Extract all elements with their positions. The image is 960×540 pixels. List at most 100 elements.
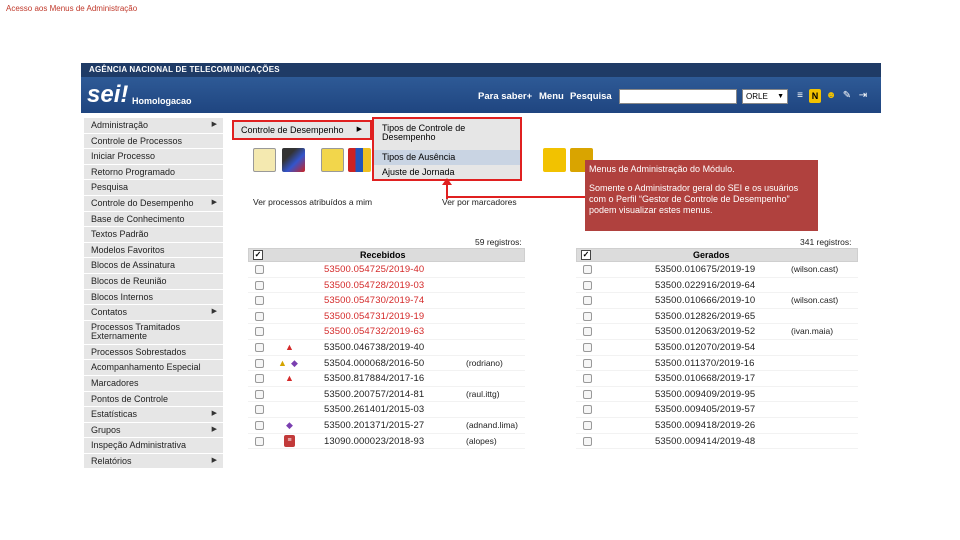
assigned-user[interactable]: (alopes) xyxy=(466,436,497,446)
row-checkbox[interactable] xyxy=(583,358,592,368)
process-link[interactable]: 53500.012826/2019-65 xyxy=(655,311,755,322)
select-all-checkbox[interactable]: ✓ xyxy=(253,250,263,260)
process-link[interactable]: 53500.054725/2019-40 xyxy=(324,264,424,275)
row-checkbox[interactable] xyxy=(583,420,592,430)
sidebar-item-estatisticas[interactable]: Estatísticas ▶ xyxy=(84,407,223,423)
assigned-user[interactable]: (wilson.cast) xyxy=(791,295,838,305)
assigned-user[interactable]: (adnand.lima) xyxy=(466,420,518,430)
menu-item-tipos-controle[interactable]: Tipos de Controle de Desempenho xyxy=(382,124,516,142)
process-link[interactable]: 53500.200757/2014-81 xyxy=(324,389,424,400)
sidebar-item-pesquisa[interactable]: Pesquisa xyxy=(84,180,223,196)
row-checkbox[interactable] xyxy=(255,342,264,352)
sidebar-item-pontos-controle[interactable]: Pontos de Controle xyxy=(84,391,223,408)
process-link[interactable]: 53500.054730/2019-74 xyxy=(324,295,424,306)
sidebar-item-retorno-programado[interactable]: Retorno Programado xyxy=(84,164,223,181)
user-icon[interactable]: ☻ xyxy=(825,89,837,103)
sidebar-item-processos-tramitados[interactable]: Processos Tramitados Externamente xyxy=(84,320,223,345)
process-link[interactable]: 53500.046738/2019-40 xyxy=(324,342,424,353)
sidebar-item-grupos[interactable]: Grupos ▶ xyxy=(84,422,223,439)
select-all-checkbox[interactable]: ✓ xyxy=(581,250,591,260)
submenu-controle-desempenho[interactable]: Controle de Desempenho ▶ xyxy=(232,120,372,140)
tag-purple-icon[interactable]: ◆ xyxy=(289,357,300,369)
blocks-icon[interactable] xyxy=(348,148,371,172)
process-link[interactable]: 53500.012070/2019-54 xyxy=(655,342,755,353)
row-checkbox[interactable] xyxy=(583,265,592,274)
unit-select[interactable]: ORLE ▼ xyxy=(742,89,788,104)
help-link[interactable]: Para saber+ xyxy=(478,91,532,102)
process-link[interactable]: 53500.009418/2019-26 xyxy=(655,420,755,431)
row-checkbox[interactable] xyxy=(255,389,264,399)
search-input[interactable] xyxy=(619,89,737,104)
note-red-icon[interactable]: ≡ xyxy=(284,434,295,447)
assigned-user[interactable]: (ivan.maia) xyxy=(791,326,833,336)
row-checkbox[interactable] xyxy=(583,389,592,399)
sidebar-item-contatos[interactable]: Contatos ▶ xyxy=(84,305,223,321)
sidebar-item-controle-desempenho[interactable]: Controle do Desempenho ▶ xyxy=(84,195,223,212)
row-checkbox[interactable] xyxy=(583,342,592,352)
alert-red-icon[interactable]: ▲ xyxy=(284,372,295,384)
process-link[interactable]: 53500.012063/2019-52 xyxy=(655,326,755,337)
send-process-icon[interactable] xyxy=(282,148,305,172)
sidebar-item-relatorios[interactable]: Relatórios ▶ xyxy=(84,453,223,470)
menu-item-ajuste-jornada[interactable]: Ajuste de Jornada xyxy=(382,168,516,177)
sidebar-item-blocos-internos[interactable]: Blocos Internos xyxy=(84,289,223,306)
row-checkbox[interactable] xyxy=(583,405,592,415)
row-checkbox[interactable] xyxy=(255,296,264,306)
alert-yellow-icon[interactable]: ▲ xyxy=(277,357,288,369)
row-checkbox[interactable] xyxy=(583,327,592,337)
tools-icon[interactable]: ✎ xyxy=(841,89,853,103)
logout-icon[interactable]: ⇥ xyxy=(857,89,869,103)
assigned-to-me-link[interactable]: Ver processos atribuídos a mim xyxy=(253,197,372,207)
sidebar-item-acompanhamento-especial[interactable]: Acompanhamento Especial xyxy=(84,360,223,376)
process-link[interactable]: 53500.009405/2019-57 xyxy=(655,404,755,415)
process-link[interactable]: 53500.022916/2019-64 xyxy=(655,280,755,291)
sidebar-item-controle-processos[interactable]: Controle de Processos xyxy=(84,133,223,150)
sidebar-item-processos-sobrestados[interactable]: Processos Sobrestados xyxy=(84,344,223,361)
view-by-markers-link[interactable]: Ver por marcadores xyxy=(442,197,517,207)
folder-icon[interactable] xyxy=(543,148,566,172)
sidebar-item-inspecao-administrativa[interactable]: Inspeção Administrativa xyxy=(84,438,223,454)
row-checkbox[interactable] xyxy=(583,311,592,321)
alert-red-icon[interactable]: ▲ xyxy=(284,341,295,353)
notification-icon[interactable]: N xyxy=(809,89,821,103)
row-checkbox[interactable] xyxy=(255,311,264,321)
process-link[interactable]: 53500.009414/2019-48 xyxy=(655,436,755,447)
process-link[interactable]: 13090.000023/2018-93 xyxy=(324,436,424,447)
process-link[interactable]: 53500.010675/2019-19 xyxy=(655,264,755,275)
menu-link[interactable]: Menu xyxy=(539,91,564,102)
row-checkbox[interactable] xyxy=(255,280,264,290)
row-checkbox[interactable] xyxy=(255,265,264,274)
sidebar-item-blocos-reuniao[interactable]: Blocos de Reunião xyxy=(84,273,223,290)
row-checkbox[interactable] xyxy=(255,327,264,337)
row-checkbox[interactable] xyxy=(583,374,592,384)
process-link[interactable]: 53500.009409/2019-95 xyxy=(655,389,755,400)
sidebar-item-administracao[interactable]: Administração ▶ xyxy=(84,118,223,134)
process-link[interactable]: 53500.010668/2019-17 xyxy=(655,373,755,384)
tag-purple-icon[interactable]: ◆ xyxy=(284,419,295,431)
row-checkbox[interactable] xyxy=(255,436,264,446)
row-checkbox[interactable] xyxy=(583,296,592,306)
sidebar-item-iniciar-processo[interactable]: Iniciar Processo xyxy=(84,149,223,165)
sidebar-item-textos-padrao[interactable]: Textos Padrão xyxy=(84,227,223,243)
row-checkbox[interactable] xyxy=(255,420,264,430)
sidebar-item-marcadores[interactable]: Marcadores xyxy=(84,375,223,392)
assigned-user[interactable]: (raul.ittg) xyxy=(466,389,500,399)
process-link[interactable]: 53504.000068/2016-50 xyxy=(324,358,424,369)
assigned-user[interactable]: (wilson.cast) xyxy=(791,264,838,274)
sidebar-item-modelos-favoritos[interactable]: Modelos Favoritos xyxy=(84,242,223,259)
process-link[interactable]: 53500.054732/2019-63 xyxy=(324,326,424,337)
process-link[interactable]: 53500.054728/2019-03 xyxy=(324,280,424,291)
row-checkbox[interactable] xyxy=(583,436,592,446)
row-checkbox[interactable] xyxy=(583,280,592,290)
bars-icon[interactable]: ≡ xyxy=(794,89,806,103)
row-checkbox[interactable] xyxy=(255,374,264,384)
process-link[interactable]: 53500.261401/2015-03 xyxy=(324,404,424,415)
process-link[interactable]: 53500.010666/2019-10 xyxy=(655,295,755,306)
process-link[interactable]: 53500.817884/2017-16 xyxy=(324,373,424,384)
menu-item-tipos-ausencia[interactable]: Tipos de Ausência xyxy=(382,153,516,162)
new-document-icon[interactable] xyxy=(253,148,276,172)
sei-logo[interactable]: sei! xyxy=(87,81,128,109)
sidebar-item-base-conhecimento[interactable]: Base de Conhecimento xyxy=(84,211,223,228)
row-checkbox[interactable] xyxy=(255,405,264,415)
row-checkbox[interactable] xyxy=(255,358,264,368)
